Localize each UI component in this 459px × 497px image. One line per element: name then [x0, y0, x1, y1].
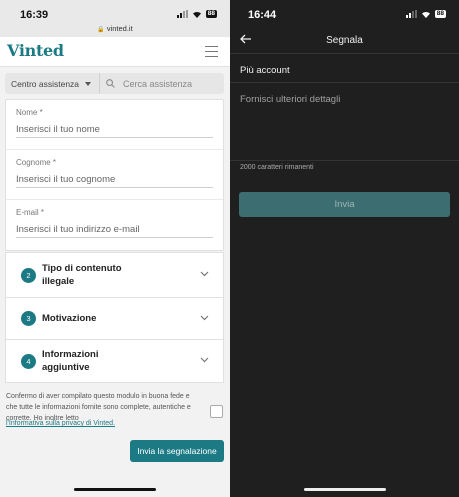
section-additional-info[interactable]: 4 Informazioni aggiuntive [5, 339, 224, 383]
status-time: 16:44 [248, 9, 277, 21]
category-select[interactable]: Centro assistenza [5, 73, 100, 94]
chevron-down-icon [200, 315, 209, 320]
section-reason[interactable]: 3 Motivazione [5, 297, 224, 340]
system-icons: 88 [176, 10, 217, 18]
section-illegal-content-type[interactable]: 2 Tipo di contenuto illegale [5, 252, 224, 298]
screenshot-pair: 16:39 88 🔒 vinted.it Vinted Centro assist… [0, 0, 459, 497]
battery-icon: 88 [434, 10, 446, 18]
right-screen: 16:44 88 Segnala Più account 2000 caratt… [230, 0, 459, 497]
page-title: Segnala [326, 35, 363, 46]
wifi-icon [421, 11, 430, 18]
divider [230, 160, 459, 161]
privacy-policy-link[interactable]: l'Informativa sulla privacy di Vinted. [6, 420, 115, 427]
help-search-field[interactable]: Cerca assistenza [100, 79, 224, 89]
section-title: Tipo di contenuto illegale [42, 263, 122, 287]
home-indicator [74, 488, 156, 491]
details-textarea[interactable] [240, 94, 448, 154]
menu-icon[interactable] [205, 46, 218, 57]
status-bar: 16:39 88 🔒 vinted.it [0, 0, 230, 37]
lock-icon: 🔒 [97, 27, 105, 33]
url-bar[interactable]: 🔒 vinted.it [0, 24, 230, 33]
email-label: E-mail * [16, 208, 45, 217]
battery-icon: 88 [205, 10, 217, 18]
last-name-field: Cognome * [6, 150, 223, 200]
consent-checkbox[interactable] [210, 405, 223, 418]
url-text: vinted.it [106, 24, 133, 33]
last-name-label: Cognome * [16, 158, 57, 167]
status-time: 16:39 [20, 9, 49, 21]
section-title: Informazioni aggiuntive [42, 349, 99, 373]
category-select-value: Centro assistenza [11, 78, 80, 89]
left-screen: 16:39 88 🔒 vinted.it Vinted Centro assist… [0, 0, 230, 497]
step-number-badge: 2 [21, 267, 36, 283]
help-search-placeholder: Cerca assistenza [123, 78, 193, 89]
send-button[interactable]: Invia [239, 192, 450, 217]
step-number-badge: 4 [21, 353, 36, 369]
submit-report-button[interactable]: Invia la segnalazione [130, 440, 224, 462]
wifi-icon [192, 11, 201, 18]
first-name-field: Nome * [6, 100, 223, 150]
selected-reason[interactable]: Più account [240, 65, 290, 76]
section-title: Motivazione [42, 313, 97, 324]
character-counter: 2000 caratteri rimanenti [240, 164, 314, 171]
signal-icon [405, 10, 417, 18]
email-field: E-mail * [6, 200, 223, 250]
search-icon [106, 79, 115, 88]
first-name-label: Nome * [16, 108, 43, 117]
divider [230, 82, 459, 83]
caret-down-icon [85, 81, 92, 86]
first-name-input[interactable] [16, 122, 213, 138]
vinted-logo[interactable]: Vinted [7, 41, 64, 60]
chevron-down-icon [200, 357, 209, 363]
help-search-bar: Centro assistenza Cerca assistenza [5, 73, 224, 94]
signal-icon [176, 10, 188, 18]
system-icons: 88 [405, 10, 446, 18]
report-header: Segnala [230, 28, 459, 54]
step-number-badge: 3 [21, 311, 36, 326]
email-input[interactable] [16, 222, 213, 238]
contact-fields-card: Nome * Cognome * E-mail * [5, 99, 224, 251]
site-header: Vinted [0, 37, 230, 67]
home-indicator [304, 488, 386, 491]
last-name-input[interactable] [16, 172, 213, 188]
chevron-down-icon [200, 271, 209, 277]
